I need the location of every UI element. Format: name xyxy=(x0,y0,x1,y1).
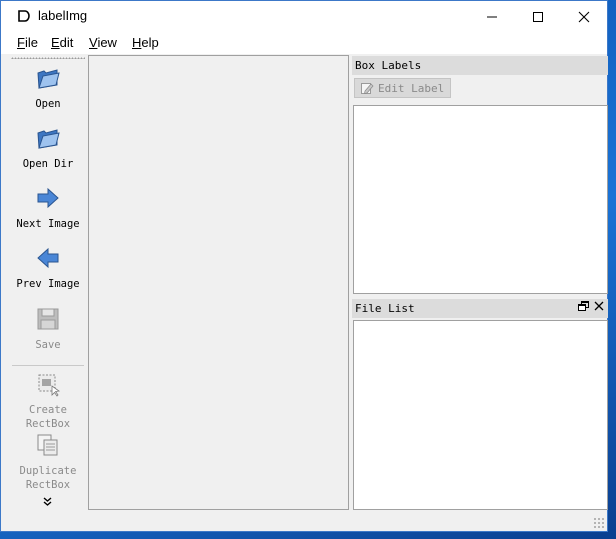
save-button[interactable]: Save xyxy=(9,306,87,352)
toolbar-extension-button[interactable] xyxy=(43,497,52,510)
arrow-left-icon xyxy=(37,247,59,269)
menu-file[interactable]: File xyxy=(17,35,38,50)
close-icon xyxy=(594,301,604,311)
pencil-icon xyxy=(361,83,374,94)
duplicate-rectbox-button[interactable]: Duplicate RectBox xyxy=(9,432,87,492)
float-window-icon xyxy=(578,301,589,311)
open-label: Open xyxy=(35,98,61,110)
open-dir-button[interactable]: Open Dir xyxy=(9,125,87,171)
box-labels-dock-title[interactable]: Box Labels xyxy=(352,56,608,75)
minimize-icon xyxy=(487,16,497,17)
file-list-dock-title[interactable]: File List xyxy=(352,299,608,318)
dock-close-button[interactable] xyxy=(594,301,604,315)
image-canvas[interactable] xyxy=(88,55,349,510)
size-grip[interactable] xyxy=(593,517,605,529)
floppy-disk-icon xyxy=(37,308,59,330)
edit-label-button[interactable]: Edit Label xyxy=(354,78,451,98)
tools-toolbar: Open Open Dir Next Image Prev Image Save… xyxy=(9,55,87,511)
close-icon xyxy=(578,11,590,22)
dock-float-button[interactable] xyxy=(578,301,589,316)
save-label: Save xyxy=(35,339,61,351)
file-list-title: File List xyxy=(355,302,415,315)
arrow-right-icon xyxy=(37,187,59,209)
duplicate-rectbox-label: Duplicate RectBox xyxy=(19,465,77,491)
prev-image-label: Prev Image xyxy=(16,278,80,290)
toolbar-drag-handle[interactable] xyxy=(11,57,85,59)
open-button[interactable]: Open xyxy=(9,65,87,111)
next-image-button[interactable]: Next Image xyxy=(9,185,87,231)
label-list[interactable] xyxy=(353,105,608,294)
maximize-icon xyxy=(533,11,543,22)
menu-bar: File Edit View Help xyxy=(1,32,607,54)
edit-label-text: Edit Label xyxy=(378,82,445,95)
toolbar-separator xyxy=(12,365,84,366)
close-button[interactable] xyxy=(561,1,607,32)
menu-view[interactable]: View xyxy=(89,35,117,50)
window-title: labelImg xyxy=(38,8,88,23)
folder-open-icon xyxy=(37,129,60,149)
create-rectbox-label: Create RectBox xyxy=(25,404,71,430)
maximize-button[interactable] xyxy=(515,1,561,32)
application-window: labelImg File Edit View Help Open Open D… xyxy=(0,0,608,532)
file-list[interactable] xyxy=(353,320,608,510)
chevron-double-down-icon xyxy=(43,497,52,506)
open-dir-label: Open Dir xyxy=(22,158,74,170)
box-labels-title: Box Labels xyxy=(355,59,422,72)
minimize-button[interactable] xyxy=(469,1,515,32)
rectbox-duplicate-icon xyxy=(37,434,58,456)
menu-help[interactable]: Help xyxy=(132,35,159,50)
labelimg-app-icon xyxy=(18,10,30,22)
menu-edit[interactable]: Edit xyxy=(51,35,73,50)
rectbox-create-icon xyxy=(38,374,61,397)
title-bar[interactable]: labelImg xyxy=(1,1,607,32)
next-image-label: Next Image xyxy=(16,218,80,230)
prev-image-button[interactable]: Prev Image xyxy=(9,245,87,291)
status-bar xyxy=(1,511,607,531)
folder-open-icon xyxy=(37,69,60,89)
create-rectbox-button[interactable]: Create RectBox xyxy=(9,371,87,431)
